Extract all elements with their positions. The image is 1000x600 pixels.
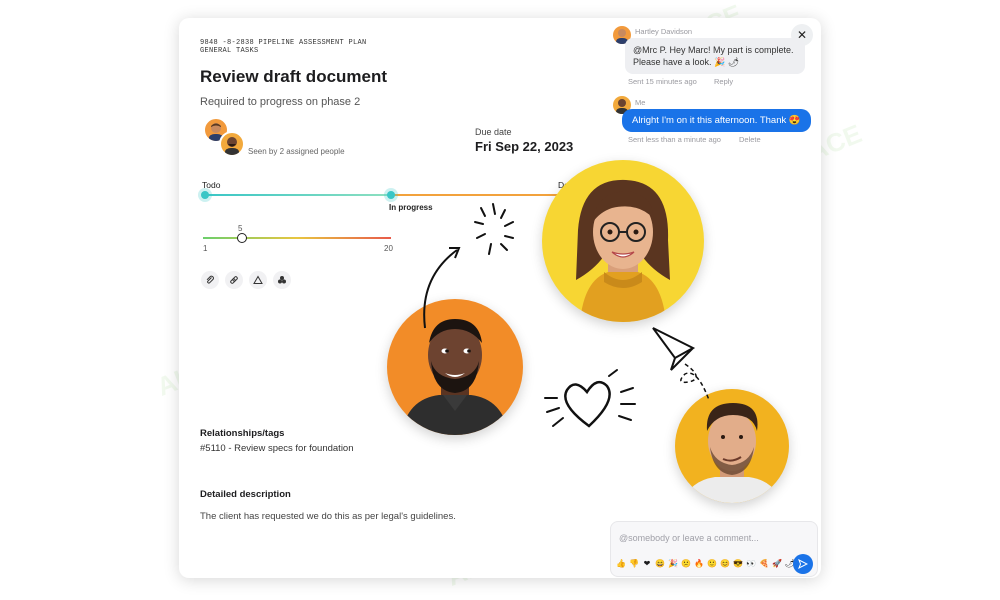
slider-value-label: 5 [238, 224, 243, 233]
assignee-avatar[interactable] [219, 131, 245, 157]
slider-min-label: 1 [203, 244, 208, 253]
comment-timestamp: Sent 15 minutes ago [628, 77, 697, 86]
paperclip-icon[interactable] [201, 271, 219, 289]
emoji-option[interactable]: ❤ [641, 558, 653, 570]
paper-plane-icon [652, 327, 710, 401]
due-date-label: Due date [475, 127, 512, 137]
task-category: GENERAL TASKS [200, 47, 259, 55]
emoji-option[interactable]: 👎 [628, 558, 640, 570]
send-button[interactable] [793, 554, 813, 574]
comment-bubble: @Mrc P. Hey Marc! My part is complete. P… [625, 38, 805, 74]
comment-timestamp: Sent less than a minute ago [628, 135, 721, 144]
clover-icon[interactable] [273, 271, 291, 289]
stage-dot-in-progress[interactable] [387, 191, 395, 199]
emoji-option[interactable]: 🔥 [693, 558, 705, 570]
stage-todo[interactable]: Todo [202, 180, 220, 190]
warning-icon[interactable] [249, 271, 267, 289]
comment-author: Hartley Davidson [635, 27, 693, 36]
comment-composer: @somebody or leave a comment... 👍 👎 ❤ 😄 🎉 😕 🔥 🙂… [610, 521, 818, 577]
relationships-heading: Relationships/tags [200, 428, 285, 439]
emoji-option[interactable]: 😄 [654, 558, 666, 570]
delete-link[interactable]: Delete [739, 135, 761, 144]
send-icon [798, 559, 808, 569]
task-modal: 9848 -8-2838 PIPELINE ASSESSMENT PLAN GE… [179, 18, 821, 578]
emoji-option[interactable]: 👍 [615, 558, 627, 570]
progress-track-filled [205, 194, 393, 196]
comment-input[interactable]: @somebody or leave a comment... [619, 533, 759, 543]
slider-handle[interactable] [237, 233, 247, 243]
slider-track[interactable] [203, 237, 391, 239]
emoji-option[interactable]: 😎 [732, 558, 744, 570]
due-date-value[interactable]: Fri Sep 22, 2023 [475, 139, 573, 154]
emoji-option[interactable]: 🚀 [771, 558, 783, 570]
seen-by-text: Seen by 2 assigned people [248, 147, 345, 156]
page-title: Review draft document [200, 67, 388, 86]
emoji-option[interactable]: 🎉 [667, 558, 679, 570]
heart-doodle-icon [544, 369, 636, 428]
description-text: The client has requested we do this as p… [200, 511, 456, 522]
emoji-option[interactable]: 😊 [719, 558, 731, 570]
emoji-picker-row: 👍 👎 ❤ 😄 🎉 😕 🔥 🙂 😊 😎 👀 🍕 🚀 🌶 [615, 558, 796, 570]
emoji-option[interactable]: 👀 [745, 558, 757, 570]
reply-link[interactable]: Reply [714, 77, 733, 86]
description-heading: Detailed description [200, 489, 291, 500]
emoji-option[interactable]: 🍕 [758, 558, 770, 570]
doodle-arrow [423, 203, 514, 329]
slider-max-label: 20 [384, 244, 393, 253]
relationship-link[interactable]: #5110 - Review specs for foundation [200, 443, 354, 454]
emoji-option[interactable]: 🙂 [706, 558, 718, 570]
link-icon[interactable] [225, 271, 243, 289]
woman-photo [542, 160, 704, 322]
my-comment-bubble: Alright I'm on it this afternoon. Thank … [622, 109, 811, 132]
stage-dot-todo[interactable] [201, 191, 209, 199]
progress-track-remaining [393, 194, 573, 196]
comment-author: Me [635, 98, 646, 107]
emoji-option[interactable]: 😕 [680, 558, 692, 570]
page-subtitle: Required to progress on phase 2 [200, 96, 361, 108]
